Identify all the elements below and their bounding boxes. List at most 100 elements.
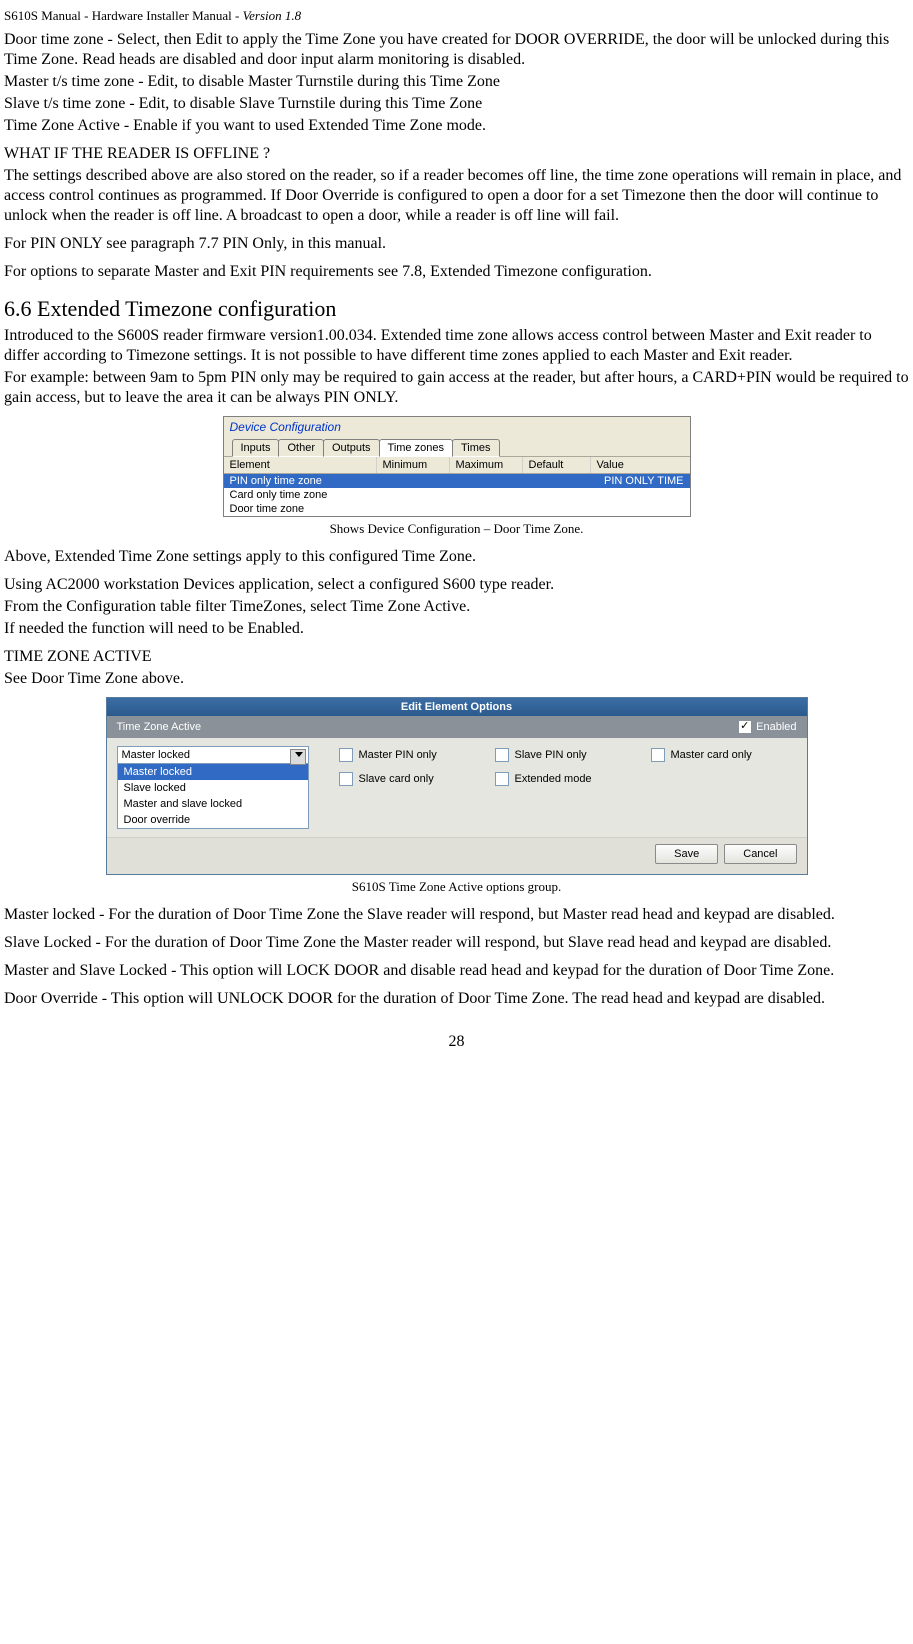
checkbox-icon (339, 748, 353, 762)
enabled-checkbox[interactable]: Enabled (739, 721, 796, 733)
para-example: For example: between 9am to 5pm PIN only… (4, 368, 909, 408)
dropdown-option[interactable]: Door override (118, 812, 308, 828)
checkbox-label: Master PIN only (359, 749, 437, 761)
enabled-label: Enabled (756, 721, 796, 733)
text: table filter (156, 598, 230, 615)
label-tz-active: Time Zone Active (4, 117, 120, 134)
chevron-down-icon (295, 752, 303, 757)
para-master-ts: Master t/s time zone - Edit, to disable … (4, 72, 909, 92)
text: See (4, 670, 31, 687)
tab-inputs[interactable]: Inputs (232, 439, 280, 457)
text: - Edit, to disable Slave Turnstile durin… (125, 95, 482, 112)
checkbox-icon (339, 772, 353, 786)
tab-time-zones[interactable]: Time zones (379, 439, 453, 457)
para-pin-only-ref: For PIN ONLY see paragraph 7.7 PIN Only,… (4, 234, 909, 254)
text: . (466, 598, 470, 615)
checkbox-extended-mode[interactable]: Extended mode (495, 772, 641, 786)
checkbox-icon (495, 748, 509, 762)
checkbox-label: Slave card only (359, 773, 434, 785)
header-left: S610S Manual - Hardware Installer Manual… (4, 8, 243, 23)
checkbox-slave-pin[interactable]: Slave PIN only (495, 748, 641, 762)
para-tz-active: Time Zone Active - Enable if you want to… (4, 116, 909, 136)
text: - Edit, to disable Master Turnstile duri… (134, 73, 500, 90)
page-number: 28 (4, 1033, 909, 1051)
dialog-section-bar: Time Zone Active Enabled (107, 716, 807, 738)
checkbox-icon (495, 772, 509, 786)
text: - This option will UNLOCK DOOR for the d… (98, 990, 825, 1007)
table-row[interactable]: PIN only time zone PIN ONLY TIME (224, 474, 690, 488)
text: If needed the function will need to be (4, 620, 247, 637)
dropdown-option[interactable]: Master and slave locked (118, 796, 308, 812)
dialog-title: Edit Element Options (107, 698, 807, 716)
label-timezones: TimeZones (230, 598, 302, 615)
heading-offline: WHAT IF THE READER IS OFFLINE ? (4, 144, 909, 164)
tab-other[interactable]: Other (278, 439, 324, 457)
dropdown-value: Master locked (122, 749, 190, 761)
label-time-zone-active: Time Zone Active (350, 598, 466, 615)
panel-title: Device Configuration (224, 417, 690, 438)
page-header: S610S Manual - Hardware Installer Manual… (4, 8, 909, 24)
text: - Enable if you want to used Extended Ti… (120, 117, 486, 134)
dropdown-selected[interactable]: Master locked (118, 747, 308, 764)
cell-element: PIN only time zone (230, 475, 322, 487)
label-master-locked: Master locked (4, 906, 95, 923)
para-see-dtz: See Door Time Zone above. (4, 669, 909, 689)
label-enabled: Enabled (247, 620, 299, 637)
label-edit: Edit (196, 31, 223, 48)
dropdown-option[interactable]: Slave locked (118, 780, 308, 796)
para-above-settings: Above, Extended Time Zone settings apply… (4, 547, 909, 567)
para-extended-ref: For options to separate Master and Exit … (4, 262, 909, 282)
text: - For the duration of Door Time Zone the… (92, 934, 832, 951)
label-door-time-zone: Door time zone (4, 31, 104, 48)
col-minimum[interactable]: Minimum (377, 457, 450, 473)
checkbox-label: Slave PIN only (515, 749, 587, 761)
tab-outputs[interactable]: Outputs (323, 439, 380, 457)
col-maximum[interactable]: Maximum (450, 457, 523, 473)
para-slave-ts: Slave t/s time zone - Edit, to disable S… (4, 94, 909, 114)
checkbox-master-pin[interactable]: Master PIN only (339, 748, 485, 762)
cancel-button[interactable]: Cancel (724, 844, 796, 864)
cell-element: Card only time zone (230, 489, 328, 501)
section-heading: 6.6 Extended Timezone configuration (4, 296, 909, 322)
text: - This option will LOCK DOOR and disable… (167, 962, 834, 979)
dropdown-option[interactable]: Master locked (118, 764, 308, 780)
para-door-override: Door Override - This option will UNLOCK … (4, 989, 909, 1009)
table-row[interactable]: Door time zone (224, 502, 690, 516)
label-door-override: Door Override (4, 990, 98, 1007)
device-configuration-panel: Device Configuration Inputs Other Output… (223, 416, 691, 517)
tab-times[interactable]: Times (452, 439, 500, 457)
checkbox-label: Extended mode (515, 773, 592, 785)
para-master-locked: Master locked - For the duration of Door… (4, 905, 909, 925)
checkbox-icon (651, 748, 665, 762)
para-using-ac2000: Using AC2000 workstation Devices applica… (4, 575, 909, 595)
text: . (300, 620, 304, 637)
cell-element: Door time zone (230, 503, 305, 515)
para-offline-body: The settings described above are also st… (4, 166, 909, 226)
para-door-time-zone: Door time zone - Select, then Edit to ap… (4, 30, 909, 70)
col-value[interactable]: Value (591, 457, 690, 473)
checkbox-slave-card[interactable]: Slave card only (339, 772, 485, 786)
tab-row: Inputs Other Outputs Time zones Times (224, 438, 690, 456)
text: - Select, then (104, 31, 196, 48)
save-button[interactable]: Save (655, 844, 718, 864)
label-master-ts: Master t/s time zone (4, 73, 134, 90)
bar-label: Time Zone Active (117, 721, 202, 733)
label-master-slave-locked: Master and Slave Locked (4, 962, 167, 979)
col-default[interactable]: Default (523, 457, 591, 473)
edit-element-options-dialog: Edit Element Options Time Zone Active En… (106, 697, 808, 875)
checkbox-master-card[interactable]: Master card only (651, 748, 797, 762)
col-element[interactable]: Element (224, 457, 377, 473)
para-if-needed: If needed the function will need to be E… (4, 619, 909, 639)
heading-tz-active: TIME ZONE ACTIVE (4, 647, 909, 667)
figure-caption: Shows Device Configuration – Door Time Z… (4, 521, 909, 537)
checkbox-label: Master card only (671, 749, 752, 761)
table-row[interactable]: Card only time zone (224, 488, 690, 502)
checkmark-icon (739, 721, 751, 733)
para-master-slave-locked: Master and Slave Locked - This option wi… (4, 961, 909, 981)
label-slave-locked: Slave Locked (4, 934, 92, 951)
para-from-config: From the Configuration table filter Time… (4, 597, 909, 617)
column-headers: Element Minimum Maximum Default Value (224, 456, 690, 474)
mode-dropdown[interactable]: Master locked Master locked Slave locked… (117, 746, 309, 829)
label-configuration: Configuration (66, 598, 156, 615)
checkbox-grid: Master PIN only Slave PIN only Master ca… (339, 746, 797, 829)
